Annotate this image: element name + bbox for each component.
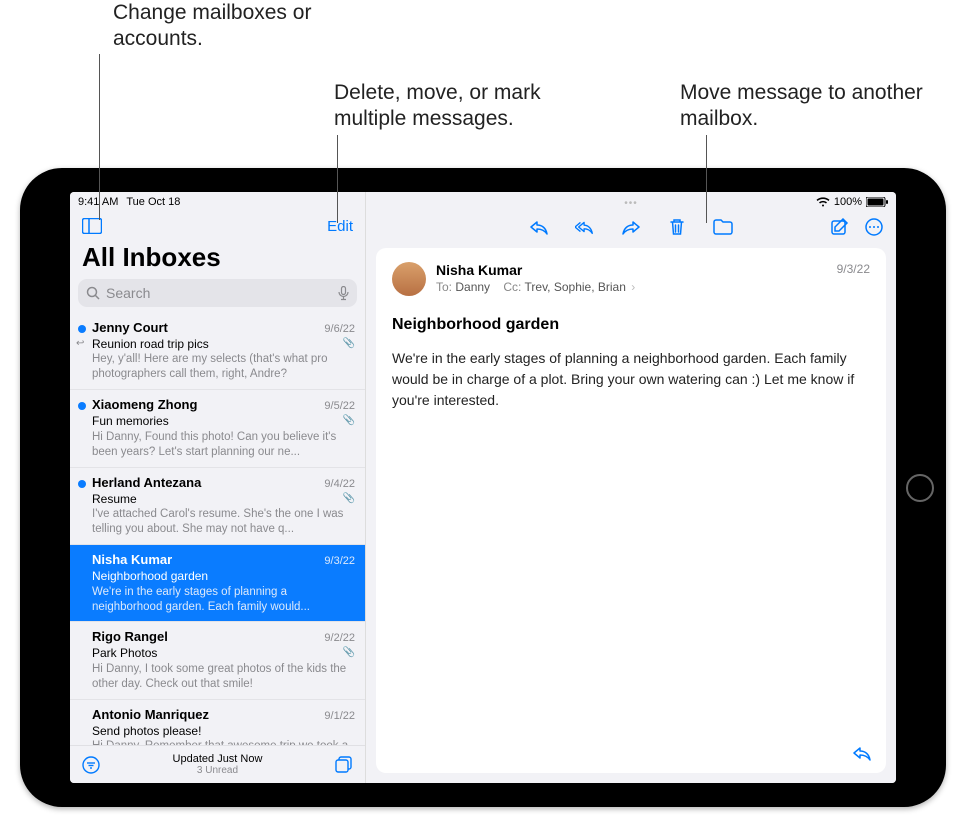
trash-icon[interactable] — [667, 217, 687, 237]
message-row[interactable]: Rigo Rangel 9/2/22 Park Photos 📎Hi Danny, I… — [70, 622, 365, 699]
status-unread: 3 Unread — [100, 765, 335, 776]
row-sender: Jenny Court — [92, 320, 168, 337]
sidebar-toggle-icon[interactable] — [82, 218, 102, 234]
row-sender: Nisha Kumar — [92, 552, 172, 569]
unread-dot-icon — [78, 480, 86, 488]
more-icon[interactable] — [864, 217, 884, 237]
message-row[interactable]: ↩ Jenny Court 9/6/22 Reunion road trip pics… — [70, 313, 365, 390]
dictate-icon[interactable] — [338, 286, 349, 301]
replied-icon: ↩ — [76, 337, 84, 350]
status-date: Tue Oct 18 — [126, 196, 180, 208]
row-preview: Hey, y'all! Here are my selects (that's … — [92, 352, 355, 382]
filter-icon[interactable] — [82, 756, 100, 774]
compose-icon[interactable] — [830, 217, 850, 237]
row-subject: Reunion road trip pics — [92, 337, 209, 353]
message-subject: Neighborhood garden — [392, 316, 870, 334]
header-date: 9/3/22 — [837, 262, 870, 276]
ipad-frame: 9:41 AM Tue Oct 18 100% Edit All — [20, 168, 946, 807]
callout-mailboxes: Change mailboxes or accounts. — [113, 0, 353, 53]
row-date: 9/1/22 — [324, 709, 355, 723]
sidebar-title: All Inboxes — [70, 240, 365, 279]
edit-button[interactable]: Edit — [327, 218, 353, 235]
message-row[interactable]: Nisha Kumar 9/3/22 Neighborhood gardenWe'r… — [70, 545, 365, 622]
battery-icon — [866, 197, 888, 207]
screen: 9:41 AM Tue Oct 18 100% Edit All — [70, 192, 896, 783]
stacks-icon[interactable] — [335, 756, 353, 774]
message-card: Nisha Kumar To: Danny Cc: Trev, Sophie, … — [376, 248, 886, 773]
row-date: 9/3/22 — [324, 554, 355, 568]
attachment-icon: 📎 — [343, 337, 355, 353]
message-pane: ••• — [366, 192, 896, 783]
attachment-icon: 📎 — [343, 646, 355, 662]
row-sender: Rigo Rangel — [92, 629, 168, 646]
sidebar: Edit All Inboxes Search ↩ Jenny Court 9/6/… — [70, 192, 366, 783]
row-preview: Hi Danny, Found this photo! Can you beli… — [92, 430, 355, 460]
row-date: 9/2/22 — [324, 631, 355, 645]
reply-icon[interactable] — [529, 217, 549, 237]
row-sender: Herland Antezana — [92, 475, 201, 492]
row-subject: Resume — [92, 492, 137, 508]
header-recipients[interactable]: To: Danny Cc: Trev, Sophie, Brian › — [436, 280, 827, 294]
battery-percent: 100% — [834, 196, 862, 208]
status-bar: 9:41 AM Tue Oct 18 100% — [70, 192, 896, 212]
forward-icon[interactable] — [621, 217, 641, 237]
row-sender: Xiaomeng Zhong — [92, 397, 197, 414]
status-updated: Updated Just Now — [100, 753, 335, 765]
row-date: 9/6/22 — [324, 322, 355, 336]
move-folder-icon[interactable] — [713, 217, 733, 237]
row-subject: Send photos please! — [92, 724, 201, 740]
search-input[interactable]: Search — [78, 279, 357, 307]
wifi-icon — [816, 197, 830, 207]
row-subject: Fun memories — [92, 414, 169, 430]
main-toolbar: ••• — [366, 212, 896, 242]
chevron-right-icon: › — [631, 280, 635, 294]
row-date: 9/5/22 — [324, 399, 355, 413]
callout-edit: Delete, move, or mark multiple messages. — [334, 80, 594, 133]
message-row[interactable]: Antonio Manriquez 9/1/22 Send photos pleas… — [70, 700, 365, 745]
row-preview: Hi Danny, Remember that awesome trip we … — [92, 739, 355, 745]
search-placeholder: Search — [106, 285, 150, 301]
reply-all-icon[interactable] — [575, 217, 595, 237]
row-subject: Park Photos — [92, 646, 157, 662]
message-row[interactable]: Herland Antezana 9/4/22 Resume 📎I've attach… — [70, 468, 365, 545]
search-icon — [86, 286, 100, 300]
unread-dot-icon — [78, 325, 86, 333]
attachment-icon: 📎 — [343, 492, 355, 508]
attachment-icon: 📎 — [343, 414, 355, 430]
message-row[interactable]: Xiaomeng Zhong 9/5/22 Fun memories 📎Hi Dann… — [70, 390, 365, 467]
avatar[interactable] — [392, 262, 426, 296]
row-sender: Antonio Manriquez — [92, 707, 209, 724]
callout-move: Move message to another mailbox. — [680, 80, 930, 133]
row-preview: We're in the early stages of planning a … — [92, 585, 355, 615]
row-date: 9/4/22 — [324, 477, 355, 491]
message-list: ↩ Jenny Court 9/6/22 Reunion road trip pics… — [70, 313, 365, 745]
unread-dot-icon — [78, 402, 86, 410]
home-button[interactable] — [906, 474, 934, 502]
header-from[interactable]: Nisha Kumar — [436, 262, 827, 278]
row-subject: Neighborhood garden — [92, 569, 208, 585]
quick-reply-icon[interactable] — [852, 745, 872, 761]
row-preview: Hi Danny, I took some great photos of th… — [92, 662, 355, 692]
row-preview: I've attached Carol's resume. She's the … — [92, 507, 355, 537]
message-body: We're in the early stages of planning a … — [392, 348, 870, 411]
